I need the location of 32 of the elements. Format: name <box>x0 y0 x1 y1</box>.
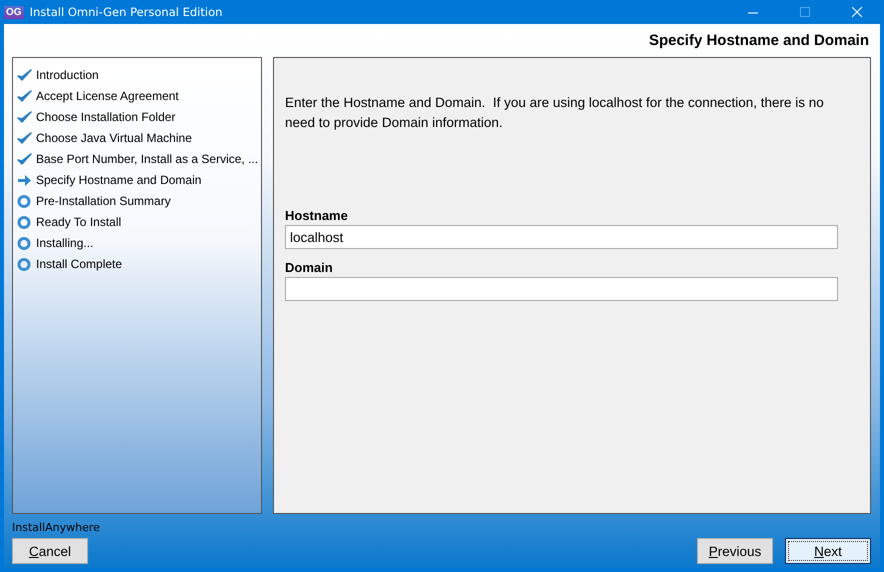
vendor-label: InstallAnywhere <box>12 521 101 534</box>
arrow-icon <box>17 174 32 186</box>
step-label: Ready To Install <box>36 215 122 229</box>
page-heading: Specify Hostname and Domain <box>648 32 869 49</box>
cancel-button[interactable]: Cancel <box>12 538 88 564</box>
instructions-text: Enter the Hostname and Domain. If you are using localhost for the connection, there is no need to provide Domain information. <box>285 94 825 132</box>
circle-icon <box>17 236 32 250</box>
previous-button[interactable]: Previous <box>697 538 773 564</box>
step-label: Pre-Installation Summary <box>36 194 171 208</box>
input-field[interactable] <box>285 277 838 301</box>
checkmark-icon <box>17 110 32 124</box>
step-label: Choose Installation Folder <box>36 110 176 124</box>
next-button[interactable]: Next <box>785 538 871 564</box>
step-label: Install Complete <box>36 257 122 271</box>
window-title: Install Omni-Gen Personal Edition <box>30 5 224 19</box>
checkmark-icon <box>17 132 32 144</box>
field-label: Domain <box>285 260 334 275</box>
circle-icon <box>17 258 32 270</box>
step-label: Specify Hostname and Domain <box>36 173 202 187</box>
step-label: Choose Java Virtual Machine <box>36 131 192 145</box>
circle-icon <box>17 194 32 208</box>
checkmark-icon <box>17 90 32 102</box>
field-label: Hostname <box>285 208 349 223</box>
step-label: Introduction <box>36 68 99 82</box>
step-label: Installing... <box>36 236 94 250</box>
checkmark-icon <box>17 152 32 166</box>
input-field[interactable]: localhost <box>285 225 838 249</box>
app-icon: OG <box>4 6 24 18</box>
step-label: Accept License Agreement <box>36 89 179 103</box>
step-label: Base Port Number, Install as a Service, ... <box>36 152 258 166</box>
circle-icon <box>17 216 32 228</box>
checkmark-icon <box>17 68 32 82</box>
